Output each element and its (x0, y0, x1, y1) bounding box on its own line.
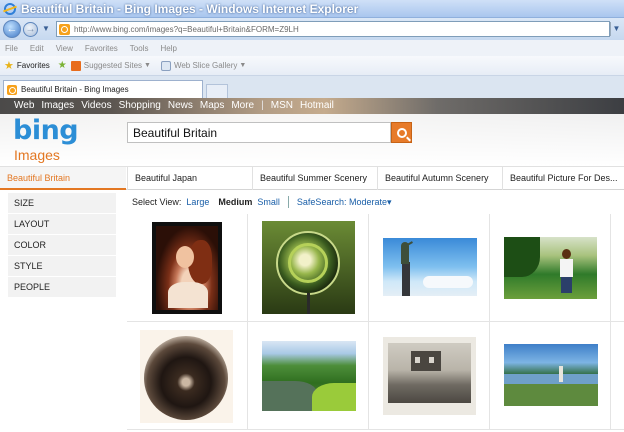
related-search-item[interactable]: Beautiful Summer Scenery (252, 167, 376, 190)
view-small-link[interactable]: Small (257, 197, 280, 207)
view-medium-selected: Medium (218, 197, 253, 207)
related-search-item[interactable]: Beautiful Japan (127, 167, 251, 190)
image-thumbnail[interactable] (262, 221, 355, 314)
address-field[interactable]: http://www.bing.com/images?q=Beautiful+B… (56, 21, 610, 37)
back-arrow-icon[interactable]: ← (3, 20, 21, 38)
nav-msn[interactable]: MSN (271, 100, 293, 111)
image-result[interactable] (248, 214, 369, 322)
nav-hotmail[interactable]: Hotmail (300, 100, 334, 111)
favorites-bar: ★ Favorites ★ Suggested Sites ▼ Web Slic… (0, 56, 624, 76)
suggested-sites-label: Suggested Sites (83, 61, 143, 70)
nav-separator: | (261, 100, 264, 111)
menu-help[interactable]: Help (160, 44, 176, 53)
new-tab-button[interactable] (206, 84, 228, 98)
nav-images[interactable]: Images (41, 100, 74, 111)
bing-favicon-icon (7, 84, 17, 95)
window-title: Beautiful Britain - Bing Images - Window… (21, 1, 359, 16)
nav-news[interactable]: News (168, 100, 193, 111)
address-dropdown-icon[interactable]: ▼ (610, 22, 622, 36)
image-thumbnail[interactable] (504, 237, 597, 299)
image-thumbnail[interactable] (152, 222, 222, 314)
filter-sidebar: SIZE LAYOUT COLOR STYLE PEOPLE (0, 190, 127, 432)
image-thumbnail[interactable] (140, 330, 233, 423)
image-result[interactable] (127, 214, 248, 322)
view-options-bar: Select View: Large Medium Small SafeSear… (127, 190, 624, 214)
image-result[interactable] (490, 322, 611, 430)
view-separator (287, 196, 289, 208)
menu-favorites[interactable]: Favorites (85, 44, 118, 53)
web-slice-gallery-button[interactable]: Web Slice Gallery ▼ (160, 60, 247, 71)
image-result-partial[interactable] (611, 214, 624, 322)
address-toolbar: ← → ▼ http://www.bing.com/images?q=Beaut… (0, 18, 624, 40)
menu-tools[interactable]: Tools (130, 44, 149, 53)
section-title: Images (14, 147, 60, 163)
address-url: http://www.bing.com/images?q=Beautiful+B… (74, 24, 299, 34)
image-thumbnail[interactable] (383, 337, 476, 415)
image-result[interactable] (490, 214, 611, 322)
filter-style[interactable]: STYLE (8, 256, 116, 276)
menu-bar: File Edit View Favorites Tools Help (0, 40, 624, 56)
menu-view[interactable]: View (56, 44, 73, 53)
select-view-label: Select View: (132, 197, 182, 207)
tab-title: Beautiful Britain - Bing Images (21, 85, 129, 94)
favorites-button[interactable]: Favorites (17, 61, 50, 70)
suggested-sites-button[interactable]: Suggested Sites ▼ (70, 60, 151, 71)
menu-edit[interactable]: Edit (30, 44, 44, 53)
bing-top-nav: Web Images Videos Shopping News Maps Mor… (14, 100, 341, 111)
filter-color[interactable]: COLOR (8, 235, 116, 255)
related-searches-bar: Beautiful Britain Beautiful Japan Beauti… (0, 166, 624, 190)
nav-more[interactable]: More (231, 100, 254, 111)
image-thumbnail[interactable] (504, 344, 598, 406)
search-button[interactable] (391, 122, 412, 143)
tab-bing-images[interactable]: Beautiful Britain - Bing Images (3, 80, 203, 98)
safesearch-dropdown[interactable]: SafeSearch: Moderate▾ (297, 197, 392, 208)
filter-layout[interactable]: LAYOUT (8, 214, 116, 234)
chevron-down-icon: ▼ (144, 62, 151, 69)
related-search-active[interactable]: Beautiful Britain (0, 167, 126, 190)
star-icon: ★ (4, 60, 14, 72)
image-result[interactable] (127, 322, 248, 430)
web-slice-gallery-label: Web Slice Gallery (173, 61, 238, 70)
search-query: Beautiful Britain (133, 125, 218, 140)
image-thumbnail[interactable] (262, 341, 356, 411)
filter-size[interactable]: SIZE (8, 193, 116, 213)
related-search-item[interactable]: Beautiful Autumn Scenery (377, 167, 501, 190)
bing-header: Web Images Videos Shopping News Maps Mor… (0, 98, 624, 166)
recent-pages-dropdown-icon[interactable]: ▼ (40, 23, 52, 35)
bing-logo[interactable]: bing (13, 115, 79, 146)
web-slice-icon (160, 60, 171, 71)
magnifier-icon (396, 127, 407, 138)
suggested-sites-icon (70, 60, 81, 71)
image-result[interactable] (248, 322, 369, 430)
nav-videos[interactable]: Videos (81, 100, 111, 111)
image-result-partial[interactable] (611, 322, 624, 430)
ie-logo-icon (4, 2, 16, 15)
nav-shopping[interactable]: Shopping (119, 100, 161, 111)
chevron-down-icon: ▼ (239, 62, 247, 69)
image-result[interactable] (369, 214, 490, 322)
search-input[interactable]: Beautiful Britain (127, 122, 391, 143)
filter-people[interactable]: PEOPLE (8, 277, 116, 297)
image-thumbnail[interactable] (383, 238, 477, 296)
image-results-grid (127, 214, 624, 432)
menu-file[interactable]: File (5, 44, 18, 53)
tab-bar: Beautiful Britain - Bing Images (0, 76, 624, 98)
nav-web[interactable]: Web (14, 100, 34, 111)
bing-favicon-icon (59, 23, 70, 35)
nav-maps[interactable]: Maps (200, 100, 224, 111)
related-search-item[interactable]: Beautiful Picture For Des... (502, 167, 624, 190)
image-result[interactable] (369, 322, 490, 430)
forward-arrow-icon[interactable]: → (23, 21, 38, 37)
view-large-link[interactable]: Large (186, 197, 209, 207)
title-bar: Beautiful Britain - Bing Images - Window… (0, 0, 624, 18)
add-favorite-icon[interactable]: ★ (58, 60, 67, 71)
